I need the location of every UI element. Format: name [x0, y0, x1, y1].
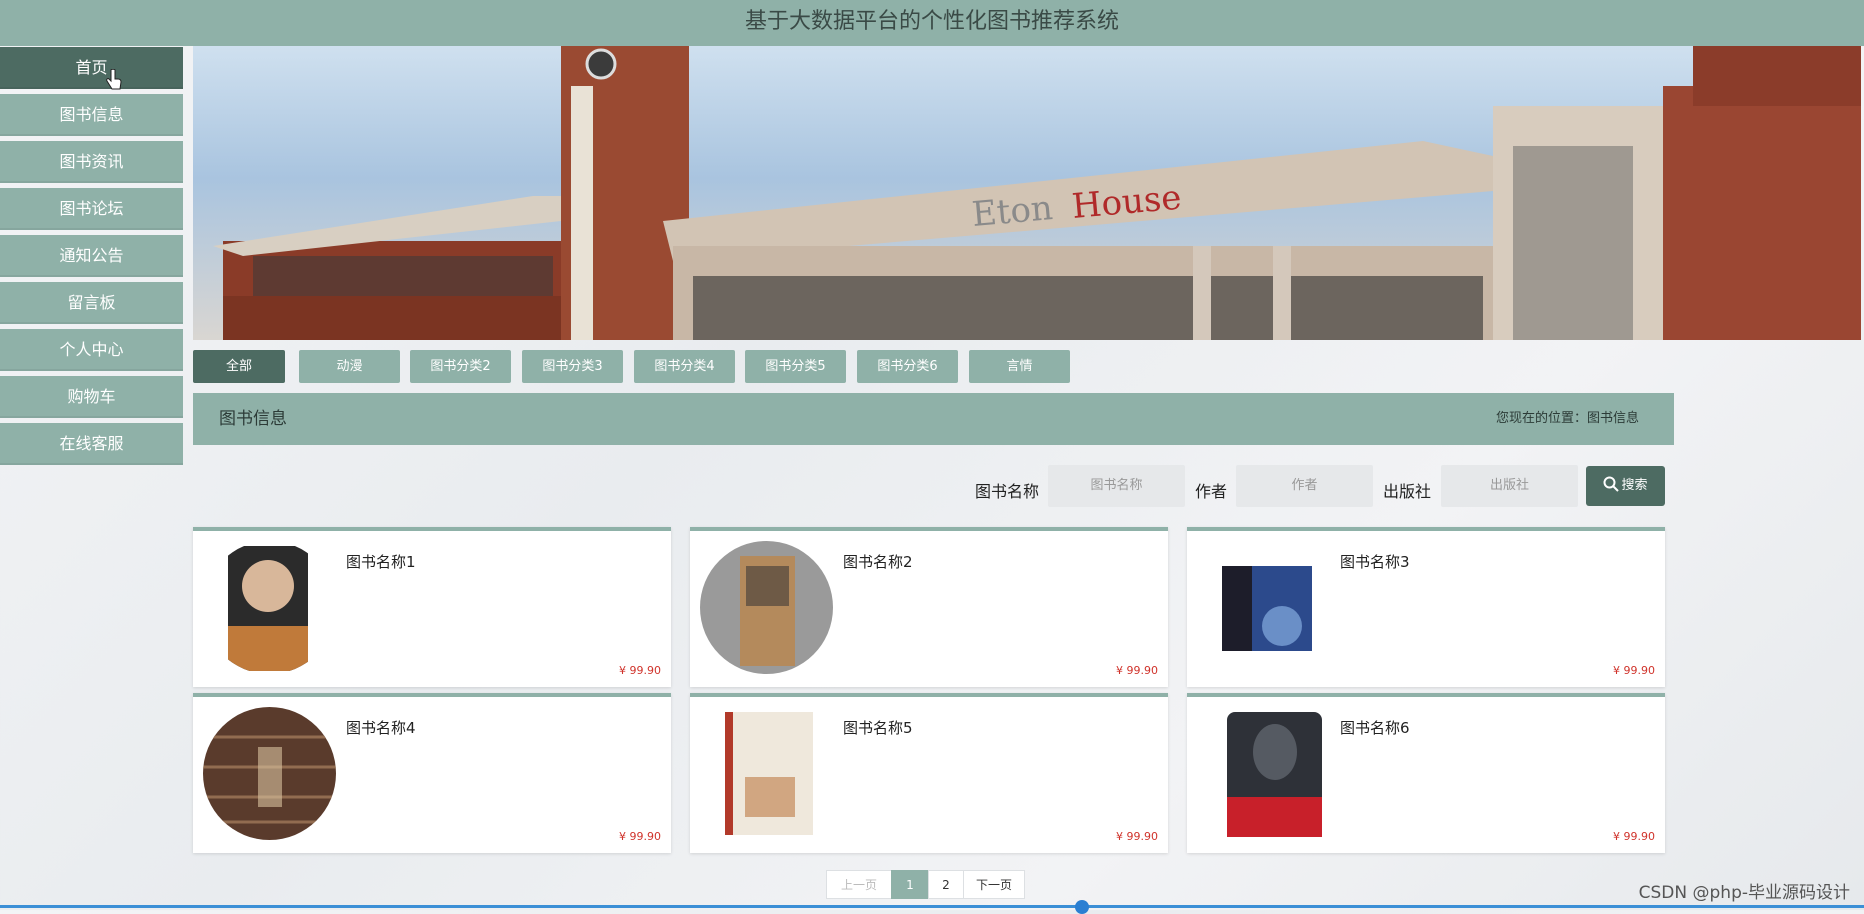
book-price: ¥ 99.90	[1613, 664, 1655, 677]
sidebar-item-label: 个人中心	[59, 340, 124, 359]
tab-label: 全部	[225, 359, 252, 374]
tab-category-5[interactable]: 图书分类5	[745, 350, 846, 383]
book-cover-illustration	[1197, 707, 1330, 840]
page-number: 2	[942, 878, 950, 892]
tab-label: 图书分类2	[430, 359, 491, 374]
tab-category-2[interactable]: 图书分类2	[410, 350, 511, 383]
scroll-progress-bar	[0, 905, 1864, 908]
publisher-label: 出版社	[1383, 482, 1432, 501]
sidebar-item-label: 图书信息	[59, 105, 124, 124]
prev-page-button[interactable]: 上一页	[826, 870, 892, 899]
breadcrumb: 您现在的位置：图书信息	[1495, 411, 1639, 426]
book-cover-illustration	[203, 541, 336, 674]
book-name-placeholder: 图书名称	[1090, 478, 1143, 493]
tab-romance[interactable]: 言情	[969, 350, 1070, 383]
book-price: ¥ 99.90	[619, 664, 661, 677]
page-1-button[interactable]: 1	[891, 870, 929, 899]
book-name[interactable]: 图书名称6	[1340, 717, 1410, 738]
author-placeholder: 作者	[1291, 478, 1318, 493]
book-card[interactable]: 图书名称5 ¥ 99.90	[690, 693, 1168, 853]
search-button-label: 搜索	[1621, 478, 1648, 493]
site-header: 基于大数据平台的个性化图书推荐系统	[0, 0, 1864, 46]
section-title: 图书信息	[219, 409, 287, 429]
tab-label: 图书分类5	[765, 359, 826, 374]
sidebar-item-home[interactable]: 首页	[0, 47, 183, 90]
sidebar-item-label: 图书资讯	[59, 152, 124, 171]
sidebar-item-customer-service[interactable]: 在线客服	[0, 423, 183, 465]
school-building-illustration: Eton House	[213, 46, 1861, 340]
author-input[interactable]: 作者	[1236, 465, 1373, 507]
tab-category-6[interactable]: 图书分类6	[857, 350, 958, 383]
book-price: ¥ 99.90	[619, 830, 661, 843]
next-page-label: 下一页	[975, 878, 1012, 892]
sidebar-item-label: 在线客服	[59, 434, 124, 453]
book-name[interactable]: 图书名称3	[1340, 551, 1410, 572]
author-label: 作者	[1195, 482, 1228, 501]
sidebar-item-notices[interactable]: 通知公告	[0, 235, 183, 277]
page-2-button[interactable]: 2	[928, 870, 964, 899]
publisher-placeholder: 出版社	[1489, 478, 1529, 493]
svg-text:Eton: Eton	[970, 188, 1054, 235]
book-card[interactable]: 图书名称4 ¥ 99.90	[193, 693, 671, 853]
sidebar-item-book-forum[interactable]: 图书论坛	[0, 188, 183, 230]
page-number: 1	[906, 878, 914, 892]
book-cover-image[interactable]	[700, 541, 833, 674]
book-card[interactable]: 图书名称1 ¥ 99.90	[193, 527, 671, 687]
book-price: ¥ 99.90	[1116, 664, 1158, 677]
book-cover-image[interactable]	[700, 707, 833, 840]
book-name[interactable]: 图书名称5	[843, 717, 913, 738]
prev-page-label: 上一页	[840, 878, 877, 892]
sidebar-item-message-board[interactable]: 留言板	[0, 282, 183, 324]
book-cover-illustration	[700, 707, 833, 840]
tab-label: 图书分类3	[542, 359, 603, 374]
sidebar-item-label: 首页	[75, 58, 108, 77]
book-name-input[interactable]: 图书名称	[1048, 465, 1185, 507]
sidebar-item-label: 图书论坛	[59, 199, 124, 218]
sidebar-item-label: 留言板	[67, 293, 116, 312]
book-cover-image[interactable]	[1197, 541, 1330, 674]
tab-category-3[interactable]: 图书分类3	[522, 350, 623, 383]
search-icon	[1603, 476, 1620, 492]
svg-text:House: House	[1070, 178, 1183, 227]
book-name[interactable]: 图书名称1	[346, 551, 416, 572]
book-name[interactable]: 图书名称2	[843, 551, 913, 572]
publisher-input[interactable]: 出版社	[1441, 465, 1578, 507]
book-name[interactable]: 图书名称4	[346, 717, 416, 738]
sidebar-item-label: 通知公告	[59, 246, 124, 265]
sidebar-item-book-news[interactable]: 图书资讯	[0, 141, 183, 183]
book-card[interactable]: 图书名称6 ¥ 99.90	[1187, 693, 1665, 853]
next-page-button[interactable]: 下一页	[963, 870, 1025, 899]
tab-label: 言情	[1006, 359, 1033, 374]
tab-anime[interactable]: 动漫	[299, 350, 400, 383]
site-title: 基于大数据平台的个性化图书推荐系统	[744, 9, 1119, 34]
hand-cursor-icon	[106, 69, 122, 90]
sidebar-item-profile[interactable]: 个人中心	[0, 329, 183, 371]
sidebar-nav: 首页 图书信息 图书资讯 图书论坛 通知公告 留言板 个人中心 购物车 在线客服	[0, 47, 183, 470]
book-cover-image[interactable]	[203, 541, 336, 674]
book-price: ¥ 99.90	[1116, 830, 1158, 843]
watermark: CSDN @php-毕业源码设计	[1638, 883, 1850, 903]
book-card[interactable]: 图书名称3 ¥ 99.90	[1187, 527, 1665, 687]
book-card[interactable]: 图书名称2 ¥ 99.90	[690, 527, 1168, 687]
book-name-label: 图书名称	[975, 482, 1040, 501]
book-cover-illustration	[203, 707, 336, 840]
tab-label: 动漫	[336, 359, 363, 374]
tab-label: 图书分类4	[654, 359, 715, 374]
tab-all[interactable]: 全部	[193, 350, 285, 383]
book-cover-illustration	[700, 541, 833, 674]
book-price: ¥ 99.90	[1613, 830, 1655, 843]
tab-category-4[interactable]: 图书分类4	[634, 350, 735, 383]
sidebar-item-book-info[interactable]: 图书信息	[0, 94, 183, 136]
book-cover-illustration	[1197, 541, 1330, 674]
book-cover-image[interactable]	[1197, 707, 1330, 840]
scroll-handle[interactable]	[1075, 900, 1089, 914]
sidebar-item-label: 购物车	[67, 387, 116, 406]
banner-image[interactable]: Eton House	[193, 46, 1861, 340]
tab-label: 图书分类6	[877, 359, 938, 374]
book-cover-image[interactable]	[203, 707, 336, 840]
section-header: 图书信息 您现在的位置：图书信息	[193, 393, 1674, 445]
search-button[interactable]: 搜索	[1586, 466, 1665, 506]
sidebar-item-cart[interactable]: 购物车	[0, 376, 183, 418]
